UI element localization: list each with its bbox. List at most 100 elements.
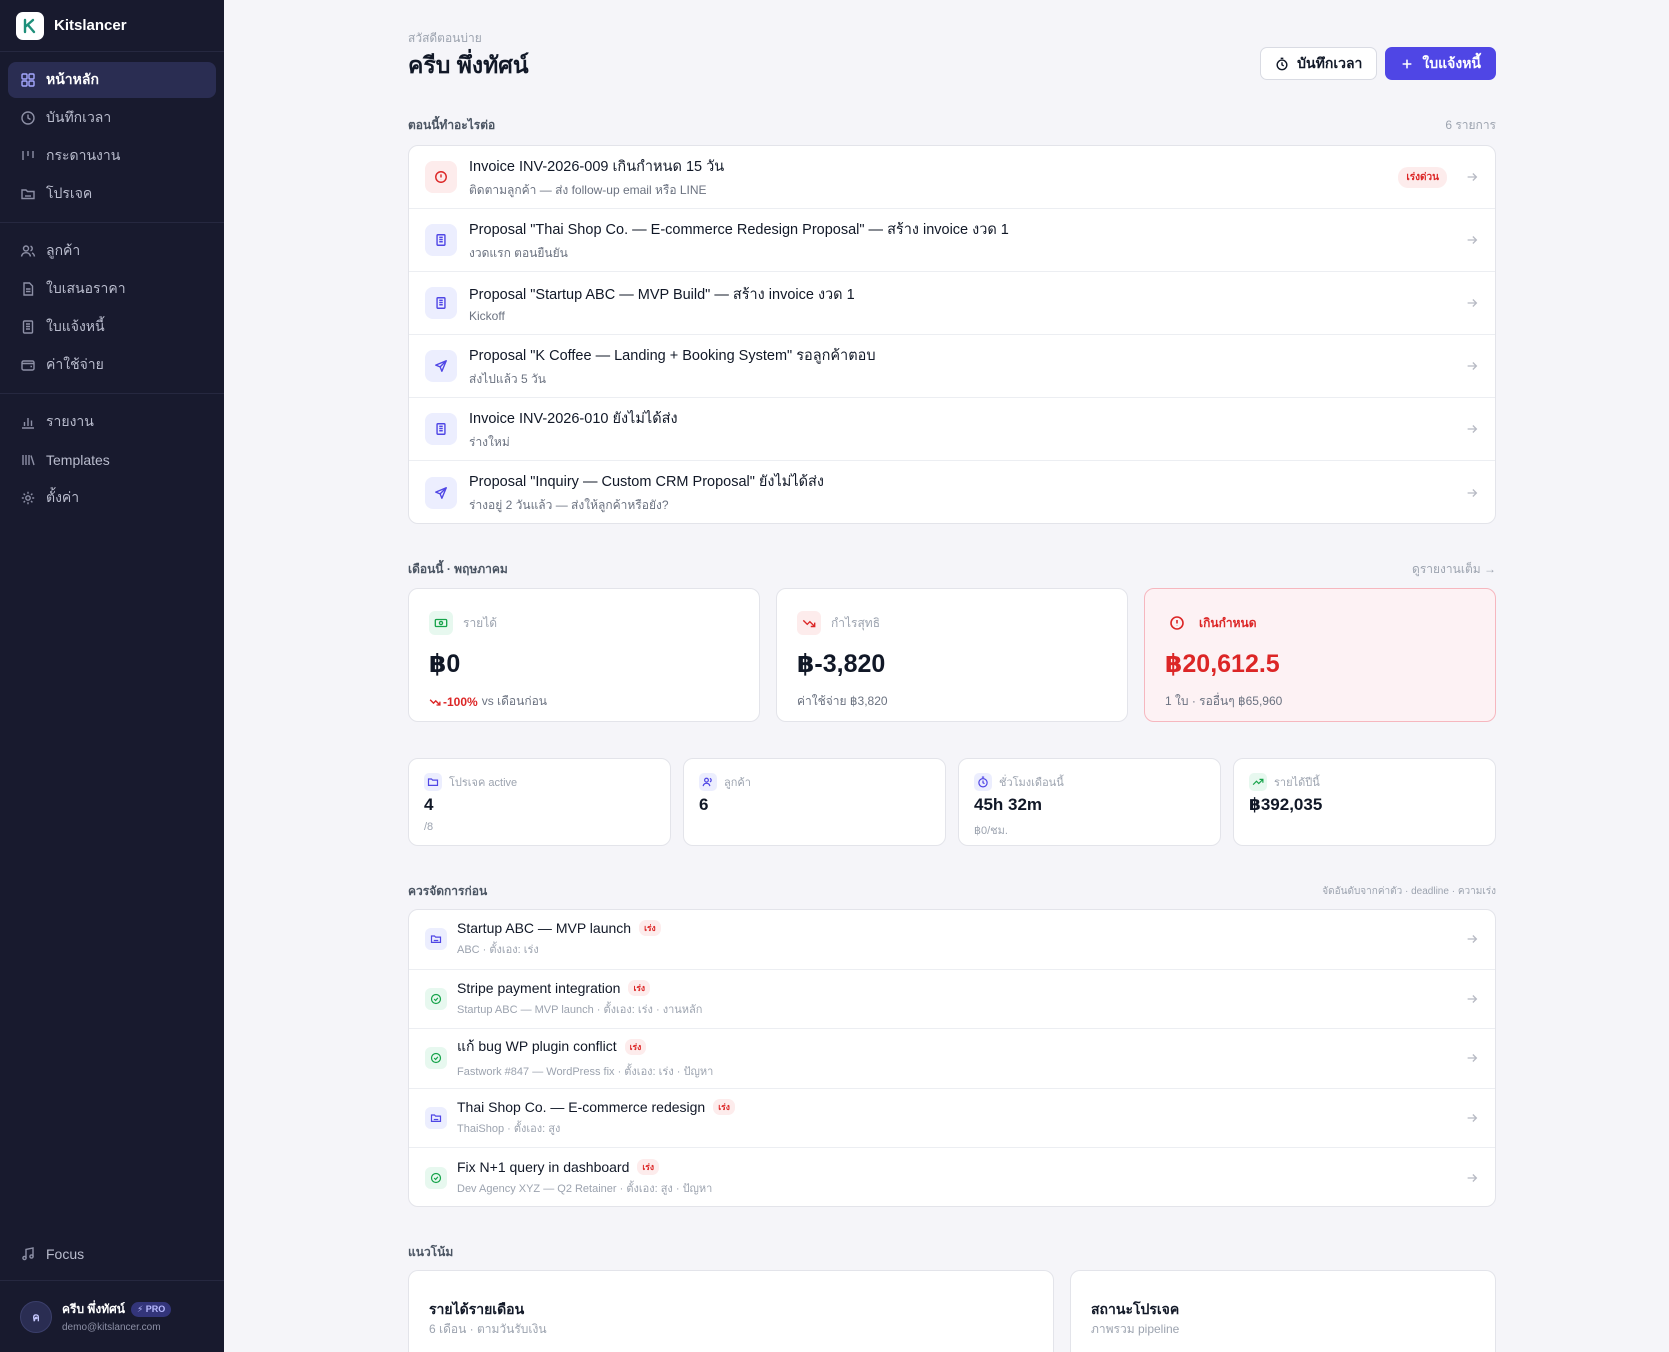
urgent-badge: เร่งด่วน [1398, 166, 1447, 188]
stat-label: รายได้ [463, 615, 498, 630]
urgent-badge: เร่ง [639, 920, 661, 937]
urgent-badge: เร่ง [624, 1039, 647, 1056]
list-item[interactable]: Stripe payment integration เร่ง Startup A… [409, 970, 1495, 1030]
hours-card[interactable]: ชั่วโมงเดือนนี้ 45h 32m ฿0/ชม. [958, 758, 1221, 846]
card-title: สถานะโปรเจค [1091, 1301, 1180, 1317]
dashboard-icon [21, 73, 35, 87]
list-item-subtitle: Dev Agency XYZ — Q2 Retainer · ตั้งเอง: … [457, 1183, 713, 1196]
sidebar-item-label: ใบเสนอราคา [46, 280, 126, 296]
page-title: ครีบ พึ่งทัศน์ [408, 52, 529, 78]
check-circle-icon [425, 987, 447, 1010]
sidebar-item-kanban[interactable]: กระดานงาน [8, 138, 216, 174]
sidebar-item-settings[interactable]: ตั้งค่า [8, 480, 216, 516]
bar-chart-icon [22, 418, 34, 429]
sidebar-item-invoices[interactable]: ใบแจ้งหนี้ [8, 309, 216, 345]
list-item-subtitle: ร่างอยู่ 2 วันแล้ว — ส่งให้ลูกค้าหรือยัง… [469, 498, 669, 512]
active-projects-card[interactable]: โปรเจค active 4 /8 [408, 758, 671, 846]
plus-icon [1403, 59, 1412, 68]
mini-label: ชั่วโมงเดือนนี้ [999, 777, 1064, 789]
sidebar-item-clients[interactable]: ลูกค้า [8, 233, 216, 269]
list-item[interactable]: Proposal "K Coffee — Landing + Booking S… [409, 335, 1495, 398]
user-profile[interactable]: ค ครีบ พึ่งทัศน์ ⚡ PRO demo@kitslancer.c… [0, 1280, 224, 1352]
overdue-card[interactable]: เกินกำหนด ฿20,612.5 1 ใบ · รออื่นๆ ฿65,9… [1144, 588, 1496, 722]
list-item-title: แก้ bug WP plugin conflict [457, 1038, 617, 1055]
list-item[interactable]: Invoice INV-2026-009 เกินกำหนด 15 วัน ติ… [409, 146, 1495, 209]
full-report-link[interactable]: ดูรายงานเต็ม → [1412, 560, 1496, 579]
stat-value: ฿0 [429, 650, 461, 678]
list-item[interactable]: Thai Shop Co. — E-commerce redesign เร่ง … [409, 1089, 1495, 1149]
list-item[interactable]: Startup ABC — MVP launch เร่ง ABC · ตั้งเ… [409, 910, 1495, 970]
mini-header: ชั่วโมงเดือนนี้ [974, 773, 1064, 791]
sidebar-item-focus[interactable]: Focus [8, 1236, 216, 1272]
list-item-subtitle: ร่างใหม่ [469, 434, 510, 449]
list-item-title: Stripe payment integration [457, 979, 621, 996]
list-item-text: Proposal "K Coffee — Landing + Booking S… [469, 344, 1465, 389]
section-title: ตอนนี้ทำอะไรต่อ [408, 118, 496, 132]
mini-label: รายได้ปีนี้ [1274, 777, 1320, 789]
list-item-subtitle: Fastwork #847 — WordPress fix · ตั้งเอง:… [457, 1066, 714, 1079]
priorities-list: Startup ABC — MVP launch เร่ง ABC · ตั้งเ… [408, 909, 1496, 1207]
log-time-button[interactable]: บันทึกเวลา [1260, 47, 1378, 80]
item-count: 6 รายการ [1445, 118, 1496, 132]
list-item[interactable]: Fix N+1 query in dashboard เร่ง Dev Agenc… [409, 1148, 1495, 1206]
sidebar-item-label: ลูกค้า [46, 242, 81, 258]
sidebar-item-expenses[interactable]: ค่าใช้จ่าย [8, 347, 216, 383]
sidebar: Kitslancer หน้าหลัก บันทึกเวลา กระดานงาน… [0, 0, 224, 1352]
sidebar-item-dashboard[interactable]: หน้าหลัก [8, 62, 216, 98]
invoice-icon [425, 287, 457, 319]
mini-value: 4 [424, 795, 434, 814]
brand[interactable]: Kitslancer [0, 0, 224, 52]
nav-group-finance: ลูกค้า ใบเสนอราคา ใบแจ้งหนี้ ค่าใช้จ่าย [0, 223, 224, 394]
list-item-text: Invoice INV-2026-009 เกินกำหนด 15 วัน ติ… [469, 155, 1398, 200]
list-item-title: Invoice INV-2026-009 เกินกำหนด 15 วัน [469, 158, 725, 175]
sidebar-item-label: ใบแจ้งหนี้ [46, 318, 105, 334]
mini-label: โปรเจค active [449, 777, 518, 789]
sidebar-item-projects[interactable]: โปรเจค [8, 176, 216, 212]
sidebar-item-label: Focus [46, 1246, 85, 1262]
list-item[interactable]: Invoice INV-2026-010 ยังไม่ได้ส่ง ร่างให… [409, 398, 1495, 461]
alert-icon [1165, 611, 1189, 635]
gear-icon [21, 491, 35, 505]
folder-icon [21, 189, 35, 200]
sidebar-item-label: รายงาน [46, 413, 94, 429]
stat-label: กำไรสุทธิ [831, 615, 881, 630]
sidebar-item-quotations[interactable]: ใบเสนอราคา [8, 271, 216, 307]
change-note: vs เดือนก่อน [481, 694, 548, 708]
trending-down-icon [429, 698, 441, 706]
list-item[interactable]: แก้ bug WP plugin conflict เร่ง Fastwork … [409, 1029, 1495, 1089]
list-item-title: Proposal "Startup ABC — MVP Build" — สร้… [469, 287, 855, 303]
sidebar-item-time-log[interactable]: บันทึกเวลา [8, 100, 216, 136]
sidebar-item-reports[interactable]: รายงาน [8, 404, 216, 440]
sidebar-footer: Focus ค ครีบ พึ่งทัศน์ ⚡ PRO demo@kitsla… [0, 1236, 224, 1352]
users-icon [20, 245, 36, 257]
send-icon [425, 350, 457, 382]
timer-icon [1276, 57, 1288, 70]
user-email: demo@kitslancer.com [62, 1322, 161, 1333]
urgent-badge: เร่ง [628, 979, 651, 996]
sidebar-item-label: ค่าใช้จ่าย [46, 356, 104, 372]
check-circle-icon [425, 1167, 447, 1190]
sidebar-item-templates[interactable]: Templates [8, 442, 216, 478]
clients-card[interactable]: ลูกค้า 6 [683, 758, 946, 846]
stat-value: ฿20,612.5 [1165, 650, 1280, 678]
list-item[interactable]: Proposal "Inquiry — Custom CRM Proposal"… [409, 461, 1495, 523]
list-item-title: Invoice INV-2026-010 ยังไม่ได้ส่ง [469, 410, 678, 427]
list-item[interactable]: Proposal "Startup ABC — MVP Build" — สร้… [409, 272, 1495, 335]
receipt-icon [22, 320, 34, 334]
profit-card[interactable]: กำไรสุทธิ ฿-3,820 ค่าใช้จ่าย ฿3,820 [776, 588, 1128, 722]
monthly-revenue-card: รายได้รายเดือน 6 เดือน · ตามวันรับเงิน [408, 1270, 1054, 1352]
mini-label: ลูกค้า [724, 777, 751, 789]
new-invoice-button[interactable]: ใบแจ้งหนี้ [1385, 47, 1496, 80]
stat-sub: ค่าใช้จ่าย ฿3,820 [797, 694, 888, 708]
list-item-subtitle: ส่งไปแล้ว 5 วัน [469, 371, 546, 386]
yearly-revenue-card[interactable]: รายได้ปีนี้ ฿392,035 [1233, 758, 1496, 846]
sidebar-item-label: หน้าหลัก [46, 71, 99, 87]
section-title: ควรจัดการก่อน [408, 884, 488, 898]
app-logo [16, 11, 44, 40]
list-item[interactable]: Proposal "Thai Shop Co. — E-commerce Red… [409, 209, 1495, 272]
revenue-card[interactable]: รายได้ ฿0 -100% vs เดือนก่อน [408, 588, 760, 722]
trending-up-icon [1249, 773, 1267, 791]
trends-header: แนวโน้ม [408, 1243, 1496, 1262]
list-item-subtitle: Startup ABC — MVP launch · ตั้งเอง: เร่ง… [457, 1003, 703, 1016]
stat-label: เกินกำหนด [1199, 615, 1257, 630]
